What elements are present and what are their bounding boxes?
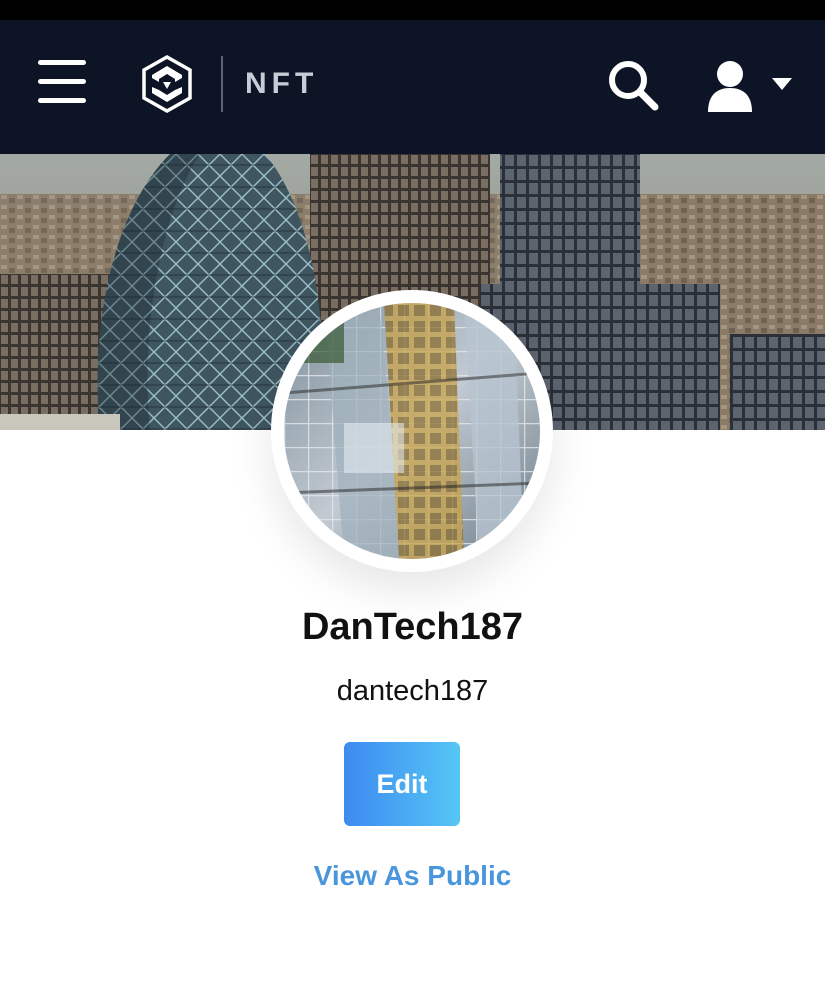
nft-logo-text[interactable]: NFT xyxy=(245,66,318,102)
view-as-public-link[interactable]: View As Public xyxy=(0,856,825,896)
avatar-frame xyxy=(271,290,553,572)
user-icon xyxy=(708,61,752,112)
search-icon[interactable] xyxy=(606,58,660,112)
profile-username: dantech187 xyxy=(336,675,489,707)
caret-down-icon xyxy=(772,78,792,90)
top-navigation-bar: NFT xyxy=(0,20,825,154)
profile-display-name: DanTech187 xyxy=(301,606,524,648)
crypto-com-logo-icon[interactable] xyxy=(140,54,194,114)
edit-profile-button[interactable]: Edit xyxy=(344,742,460,826)
profile-avatar-image[interactable] xyxy=(284,303,540,559)
status-bar xyxy=(0,0,825,20)
logo-divider xyxy=(221,56,223,112)
hamburger-menu-icon[interactable] xyxy=(38,60,88,108)
user-menu-button[interactable] xyxy=(704,58,796,114)
